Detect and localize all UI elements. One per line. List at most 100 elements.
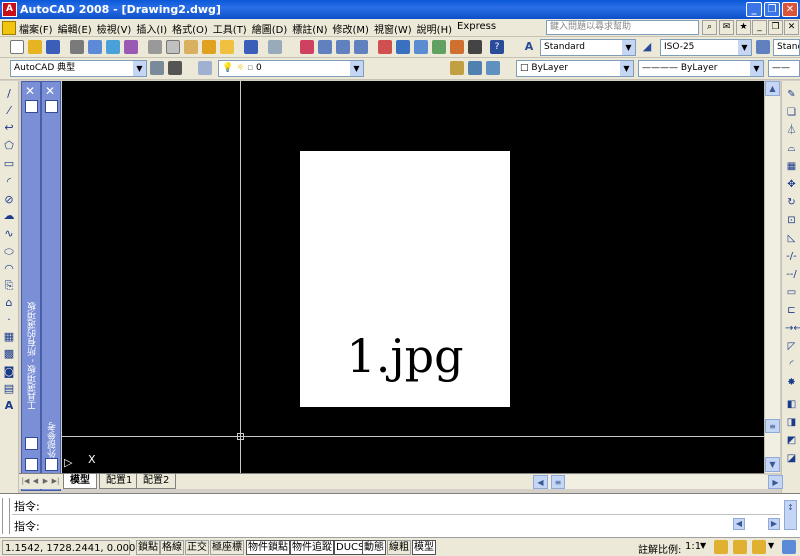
send-under-icon[interactable]: ◪ — [785, 453, 798, 465]
dim-style-icon[interactable]: ◢ — [640, 40, 654, 54]
break-at-point-icon[interactable]: ▭ — [785, 287, 798, 299]
model-toggle[interactable]: 模型 — [412, 540, 436, 555]
otrack-toggle[interactable]: 物件追蹤 — [290, 540, 334, 555]
menu-file[interactable]: 檔案(F) — [19, 21, 53, 36]
dyn-toggle[interactable]: 動態 — [362, 540, 386, 555]
close-button[interactable]: ✕ — [782, 2, 798, 17]
table-style-icon[interactable] — [756, 40, 770, 54]
markup-icon[interactable] — [450, 40, 464, 54]
polar-toggle[interactable]: 極座標 — [210, 540, 244, 555]
close-icon[interactable]: ✕ — [25, 84, 35, 98]
hatch-icon[interactable]: ▦ — [2, 330, 16, 343]
chamfer-icon[interactable]: ◸ — [785, 341, 798, 353]
command-window-grip[interactable] — [2, 498, 10, 534]
table-style-select[interactable]: Standa — [773, 39, 800, 56]
menu-express[interactable]: Express — [457, 21, 496, 36]
workspace-select[interactable]: AutoCAD 典型 ▼ — [10, 60, 147, 77]
prev-tab-icon[interactable]: ◀ — [31, 476, 40, 487]
arc-icon[interactable]: ◜ — [2, 175, 16, 188]
circle-icon[interactable]: ⊘ — [2, 193, 16, 206]
lock-icon[interactable] — [752, 540, 766, 554]
fillet-icon[interactable]: ◜ — [785, 359, 798, 371]
block-editor-icon[interactable] — [220, 40, 234, 54]
dim-style-select[interactable]: ISO-25 ▼ — [660, 39, 752, 56]
explode-icon[interactable]: ✸ — [785, 377, 798, 389]
calculator-icon[interactable] — [468, 40, 482, 54]
menu-insert[interactable]: 插入(I) — [136, 21, 167, 36]
gradient-icon[interactable]: ▩ — [2, 347, 16, 360]
region-icon[interactable]: ◙ — [2, 365, 16, 378]
rotate-icon[interactable]: ↻ — [785, 197, 798, 209]
autohide-icon[interactable] — [45, 458, 58, 471]
lineweight-toggle[interactable]: 線粗 — [387, 540, 411, 555]
scroll-right-icon[interactable]: ▶ — [768, 518, 780, 530]
annotation-visibility-icon[interactable] — [714, 540, 728, 554]
line-icon[interactable]: / — [2, 87, 16, 100]
autohide-icon[interactable] — [25, 437, 38, 450]
plot-preview-icon[interactable] — [88, 40, 102, 54]
scroll-right-icon[interactable]: ▶ — [768, 475, 783, 489]
auto-scale-icon[interactable] — [733, 540, 747, 554]
last-tab-icon[interactable]: ▶| — [51, 476, 60, 487]
menu-draw[interactable]: 繪圖(D) — [252, 21, 288, 36]
layer-select[interactable]: 💡 ☼ ▫ 0 ▼ — [218, 60, 364, 77]
construction-line-icon[interactable]: ⁄ — [2, 104, 16, 117]
menu-help[interactable]: 說明(H) — [417, 21, 452, 36]
zoom-window-icon[interactable] — [336, 40, 350, 54]
polyline-icon[interactable]: ↩ — [2, 121, 16, 134]
doc-minimize-button[interactable]: _ — [752, 20, 767, 35]
open-file-icon[interactable] — [28, 40, 42, 54]
erase-icon[interactable]: ✎ — [785, 89, 798, 101]
coordinate-readout[interactable]: 1.1542, 1728.2441, 0.0000 — [2, 540, 142, 555]
sheet-set-icon[interactable] — [432, 40, 446, 54]
copy-object-icon[interactable]: ❏ — [785, 107, 798, 119]
menu-edit[interactable]: 編輯(E) — [58, 21, 92, 36]
table-icon[interactable]: ▤ — [2, 382, 16, 395]
scale-icon[interactable]: ⊡ — [785, 215, 798, 227]
attached-image[interactable]: 1.jpg — [300, 151, 510, 407]
text-style-select[interactable]: Standard ▼ — [540, 39, 636, 56]
scroll-left-icon[interactable]: ◀ — [733, 518, 745, 530]
color-select[interactable]: □ ByLayer ▼ — [516, 60, 634, 77]
ellipse-arc-icon[interactable]: ◠ — [2, 262, 16, 275]
ellipse-icon[interactable]: ⬭ — [2, 245, 16, 258]
linetype-select[interactable]: ———— ByLayer ▼ — [638, 60, 764, 77]
lineweight-select[interactable]: —— — [768, 60, 800, 77]
clean-screen-icon[interactable] — [782, 540, 796, 554]
multiline-text-icon[interactable]: A — [2, 399, 16, 412]
tab-layout1[interactable]: 配置1 — [99, 474, 140, 489]
layer-manager-icon[interactable] — [198, 61, 212, 75]
next-tab-icon[interactable]: ▶ — [41, 476, 50, 487]
first-tab-icon[interactable]: |◀ — [21, 476, 30, 487]
ortho-toggle[interactable]: 正交 — [185, 540, 209, 555]
help-icon[interactable]: ? — [490, 40, 504, 54]
tab-layout2[interactable]: 配置2 — [136, 474, 177, 489]
zoom-previous-icon[interactable] — [354, 40, 368, 54]
snap-toggle[interactable]: 鎖點 — [136, 540, 160, 555]
polygon-icon[interactable]: ⬠ — [2, 139, 16, 152]
doc-close-button[interactable]: ✕ — [784, 20, 799, 35]
maximize-button[interactable]: ❐ — [764, 2, 780, 17]
draw-order-back-icon[interactable]: ◨ — [785, 417, 798, 429]
save-workspace-icon[interactable] — [168, 61, 182, 75]
match-properties-icon[interactable] — [202, 40, 216, 54]
make-current-layer-icon[interactable] — [450, 61, 464, 75]
mirror-icon[interactable]: ⏃ — [785, 125, 798, 137]
draw-order-front-icon[interactable]: ◧ — [785, 399, 798, 411]
drawing-canvas[interactable]: 1.jpg ▷ X — [62, 81, 764, 473]
extend-icon[interactable]: --/ — [785, 269, 798, 281]
spline-icon[interactable]: ∿ — [2, 227, 16, 240]
offset-icon[interactable]: ⌓ — [785, 143, 798, 155]
tool-palettes-icon[interactable] — [414, 40, 428, 54]
command-window[interactable]: 指令: 指令: ◀ ▶ ↕ — [0, 493, 800, 537]
print-icon[interactable] — [70, 40, 84, 54]
scroll-thumb[interactable]: ≡ — [765, 419, 780, 433]
new-file-icon[interactable] — [10, 40, 24, 54]
grid-toggle[interactable]: 格線 — [160, 540, 184, 555]
layer-previous-icon[interactable] — [468, 61, 482, 75]
properties-icon[interactable] — [378, 40, 392, 54]
3d-dwf-icon[interactable] — [124, 40, 138, 54]
bring-above-icon[interactable]: ◩ — [785, 435, 798, 447]
menu-view[interactable]: 檢視(V) — [97, 21, 132, 36]
tab-model[interactable]: 模型 — [63, 474, 97, 489]
